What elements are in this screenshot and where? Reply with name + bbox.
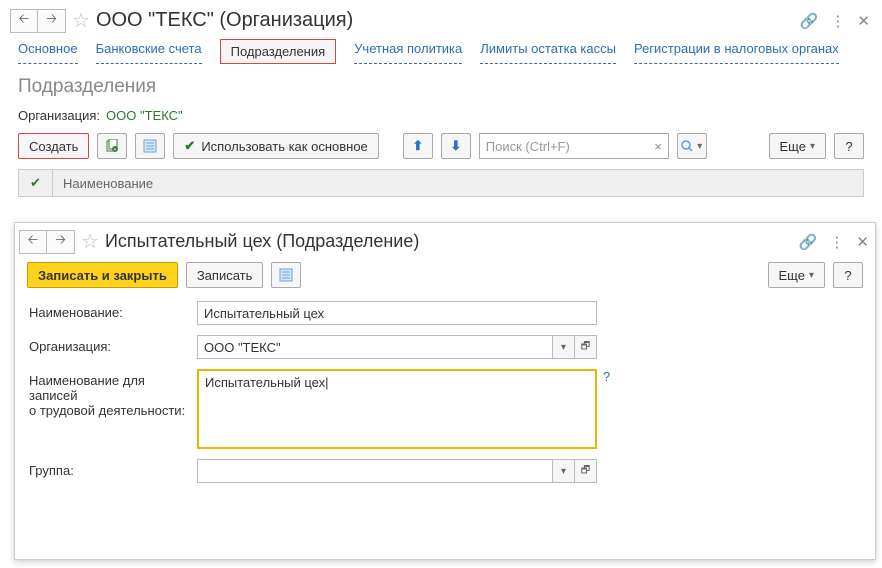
- copy-icon: +: [105, 139, 119, 153]
- labor-row: Наименование для записей о трудовой деят…: [29, 364, 861, 454]
- link-icon[interactable]: 🔗: [800, 12, 819, 30]
- tab-tax-registrations[interactable]: Регистрации в налоговых органах: [634, 39, 839, 64]
- main-title-bar: 🡠 🡢 ☆ ООО "ТЕКС" (Организация) 🔗 ⋮ ✕: [6, 2, 876, 37]
- main-tabs: Основное Банковские счета Подразделения …: [6, 37, 876, 70]
- child-forward-button[interactable]: 🡢: [47, 230, 75, 254]
- section-title: Подразделения: [6, 70, 876, 102]
- child-favorite-icon[interactable]: ☆: [81, 229, 99, 254]
- group-label: Группа:: [29, 459, 197, 478]
- back-button[interactable]: 🡠: [10, 9, 38, 33]
- child-kebab-menu-icon[interactable]: ⋮: [829, 233, 844, 251]
- tab-main[interactable]: Основное: [18, 39, 78, 64]
- child-window-controls: 🔗 ⋮ ✕: [799, 233, 869, 251]
- child-more-button[interactable]: Еще ▾: [768, 262, 825, 288]
- child-more-label: Еще: [779, 268, 805, 283]
- search-input[interactable]: Поиск (Ctrl+F) ×: [479, 133, 669, 159]
- name-input[interactable]: Испытательный цех: [197, 301, 597, 325]
- name-label: Наименование:: [29, 301, 197, 320]
- tab-accounting-policy[interactable]: Учетная политика: [354, 39, 462, 64]
- tab-cash-limits[interactable]: Лимиты остатка кассы: [480, 39, 616, 64]
- main-title: ООО "ТЕКС" (Организация): [96, 9, 800, 32]
- child-title-bar: 🡠 🡢 ☆ Испытательный цех (Подразделение) …: [15, 223, 875, 258]
- child-org-row: Организация: ООО "ТЕКС" ▾ 🗗: [29, 330, 861, 364]
- use-as-main-label: Использовать как основное: [201, 139, 367, 154]
- move-up-button[interactable]: ⬆: [403, 133, 433, 159]
- child-link-icon[interactable]: 🔗: [799, 233, 818, 251]
- group-combo-open[interactable]: 🗗: [574, 460, 596, 482]
- check-icon: ✔: [184, 138, 195, 154]
- table-header: ✔ Наименование: [18, 169, 864, 197]
- caret-down-icon: ▾: [809, 270, 814, 281]
- create-button[interactable]: Создать: [18, 133, 89, 159]
- child-title: Испытательный цех (Подразделение): [105, 231, 799, 252]
- main-window-controls: 🔗 ⋮ ✕: [800, 12, 870, 30]
- svg-text:+: +: [114, 147, 117, 153]
- main-toolbar: Создать + ✔ Использовать как основное ⬆ …: [6, 129, 876, 163]
- child-back-button[interactable]: 🡠: [19, 230, 47, 254]
- list-icon: [279, 268, 293, 282]
- labor-textarea[interactable]: Испытательный цех: [197, 369, 597, 449]
- group-combo-value: [198, 460, 552, 482]
- org-label: Организация:: [18, 108, 100, 123]
- close-icon[interactable]: ✕: [857, 12, 870, 30]
- save-button[interactable]: Записать: [186, 262, 264, 288]
- clear-search-icon[interactable]: ×: [654, 139, 662, 154]
- child-toolbar: Записать и закрыть Записать Еще ▾ ?: [15, 258, 875, 292]
- org-combo-dropdown[interactable]: ▾: [552, 336, 574, 358]
- org-combo-open[interactable]: 🗗: [574, 336, 596, 358]
- name-row: Наименование: Испытательный цех: [29, 296, 861, 330]
- search-button[interactable]: ▾: [677, 133, 707, 159]
- caret-down-icon: ▾: [697, 141, 702, 152]
- org-field-row: Организация: ООО "ТЕКС": [6, 102, 876, 129]
- forward-button[interactable]: 🡢: [38, 9, 66, 33]
- group-row: Группа: ▾ 🗗: [29, 454, 861, 488]
- labor-label-line2: о трудовой деятельности:: [29, 403, 197, 418]
- list-button[interactable]: [135, 133, 165, 159]
- tab-departments[interactable]: Подразделения: [220, 39, 337, 64]
- use-as-main-button[interactable]: ✔ Использовать как основное: [173, 133, 378, 159]
- tab-bank-accounts[interactable]: Банковские счета: [96, 39, 202, 64]
- save-close-button[interactable]: Записать и закрыть: [27, 262, 178, 288]
- child-close-icon[interactable]: ✕: [856, 233, 869, 251]
- table-col-name[interactable]: Наименование: [53, 176, 163, 191]
- group-combo[interactable]: ▾ 🗗: [197, 459, 597, 483]
- org-value[interactable]: ООО "ТЕКС": [106, 108, 183, 123]
- caret-down-icon: ▾: [810, 141, 815, 152]
- favorite-icon[interactable]: ☆: [72, 8, 90, 33]
- more-button[interactable]: Еще ▾: [769, 133, 826, 159]
- org-combo[interactable]: ООО "ТЕКС" ▾ 🗗: [197, 335, 597, 359]
- labor-label: Наименование для записей о трудовой деят…: [29, 369, 197, 418]
- arrow-down-icon: ⬇: [450, 138, 461, 154]
- child-form: Наименование: Испытательный цех Организа…: [15, 292, 875, 492]
- kebab-menu-icon[interactable]: ⋮: [830, 12, 845, 30]
- table-col-check[interactable]: ✔: [19, 170, 53, 196]
- magnifier-icon: [681, 140, 693, 152]
- arrow-up-icon: ⬆: [412, 138, 423, 154]
- child-help-button[interactable]: ?: [833, 262, 863, 288]
- child-window: 🡠 🡢 ☆ Испытательный цех (Подразделение) …: [14, 222, 876, 560]
- labor-label-line1: Наименование для записей: [29, 373, 197, 403]
- list-icon: [143, 139, 157, 153]
- labor-help-icon[interactable]: ?: [603, 369, 610, 384]
- copy-button[interactable]: +: [97, 133, 127, 159]
- help-button[interactable]: ?: [834, 133, 864, 159]
- labor-textarea-value: Испытательный цех: [205, 375, 328, 390]
- search-placeholder: Поиск (Ctrl+F): [486, 139, 570, 154]
- org-combo-value: ООО "ТЕКС": [198, 336, 552, 358]
- group-combo-dropdown[interactable]: ▾: [552, 460, 574, 482]
- child-org-label: Организация:: [29, 335, 197, 354]
- more-label: Еще: [780, 139, 806, 154]
- child-list-button[interactable]: [271, 262, 301, 288]
- move-down-button[interactable]: ⬇: [441, 133, 471, 159]
